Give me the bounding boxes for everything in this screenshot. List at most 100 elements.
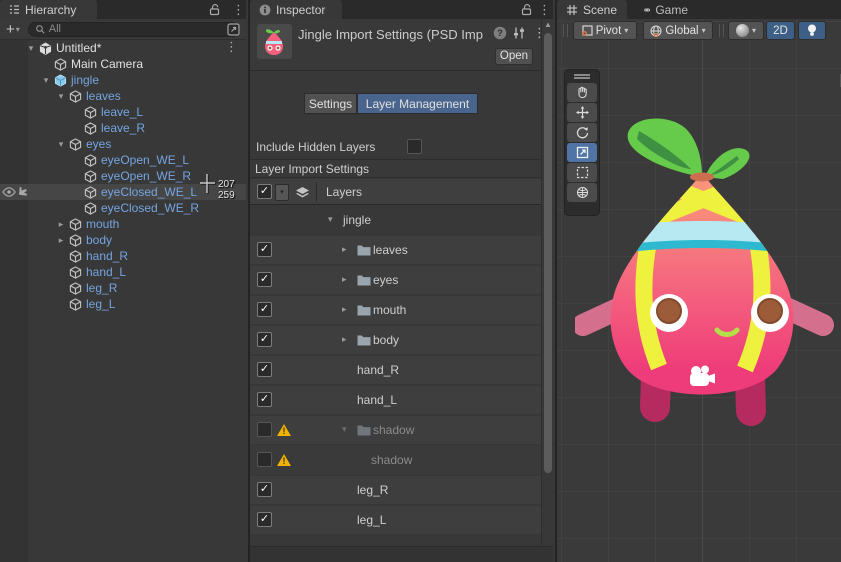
tab-hierarchy[interactable]: Hierarchy xyxy=(0,0,97,19)
prefab-icon xyxy=(54,74,67,87)
add-object-button[interactable]: +▾ xyxy=(0,21,24,38)
help-icon[interactable]: ? xyxy=(493,26,507,40)
lightbulb-icon xyxy=(807,24,817,37)
tool-rotate[interactable] xyxy=(567,123,597,142)
layer-row-mouth[interactable]: ✓▸mouth xyxy=(250,296,544,324)
hierarchy-row-body[interactable]: ▸body xyxy=(0,232,246,248)
layers-select-dropdown[interactable]: ▾ xyxy=(275,184,289,201)
foldout-expanded-icon[interactable]: ▾ xyxy=(56,88,66,104)
layer-row-leg_l[interactable]: ✓leg_L xyxy=(250,506,544,534)
scrollbar-thumb[interactable] xyxy=(544,33,552,473)
layer-checkbox[interactable] xyxy=(257,422,272,437)
layer-checkbox[interactable]: ✓ xyxy=(257,512,272,527)
hierarchy-row-main camera[interactable]: Main Camera xyxy=(0,56,246,72)
hierarchy-row-jingle[interactable]: ▾jingle xyxy=(0,72,246,88)
foldout-expanded-icon[interactable]: ▾ xyxy=(41,72,51,88)
layer-checkbox[interactable]: ✓ xyxy=(257,272,272,287)
tool-move[interactable] xyxy=(567,103,597,122)
layer-row-leaves[interactable]: ✓▸leaves xyxy=(250,236,544,264)
scene-view-toolbar: Pivot▾ Global▾ ▾ 2D xyxy=(557,19,841,43)
global-dropdown[interactable]: Global▾ xyxy=(643,21,713,40)
include-hidden-layers-checkbox[interactable] xyxy=(407,139,422,154)
cube-icon xyxy=(84,170,97,183)
layer-row-hand_r[interactable]: ✓hand_R xyxy=(250,356,544,384)
hierarchy-row-leg_l[interactable]: leg_L xyxy=(0,296,246,312)
pickability-hand-icon[interactable] xyxy=(16,185,30,199)
tab-settings[interactable]: Settings xyxy=(304,93,357,114)
search-placeholder: All xyxy=(49,23,61,35)
hierarchy-row-eyes[interactable]: ▾eyes xyxy=(0,136,246,152)
tab-game[interactable]: Game xyxy=(635,0,697,19)
hierarchy-row-eyeopen_we_l[interactable]: eyeOpen_WE_L xyxy=(0,152,246,168)
layer-row-leg_r[interactable]: ✓leg_R xyxy=(250,476,544,504)
tool-transform[interactable] xyxy=(567,183,597,202)
foldout-collapsed-icon[interactable]: ▸ xyxy=(342,274,347,285)
layer-checkbox[interactable]: ✓ xyxy=(257,392,272,407)
open-button[interactable]: Open xyxy=(495,48,533,65)
layer-checkbox[interactable]: ✓ xyxy=(257,302,272,317)
scene-tab-label: Scene xyxy=(583,3,617,17)
visibility-eye-icon[interactable] xyxy=(2,185,16,199)
unlock-icon[interactable] xyxy=(520,3,533,16)
search-window-icon[interactable] xyxy=(227,23,240,36)
inspector-menu-icon[interactable]: ⋮ xyxy=(538,3,551,16)
foldout-collapsed-icon[interactable]: ▸ xyxy=(56,232,66,248)
hierarchy-search-input[interactable]: All xyxy=(28,22,240,37)
inspector-scrollbar[interactable]: ▲ xyxy=(541,19,553,546)
tool-rect[interactable] xyxy=(567,163,597,182)
tab-layer-management[interactable]: Layer Management xyxy=(357,93,478,114)
layer-row-hand_l[interactable]: ✓hand_L xyxy=(250,386,544,414)
layer-row-shadow-child[interactable]: !shadow xyxy=(250,446,544,474)
layer-checkbox[interactable]: ✓ xyxy=(257,242,272,257)
globe-icon xyxy=(650,25,662,37)
character-jingle[interactable] xyxy=(575,111,835,441)
foldout-collapsed-icon[interactable]: ▸ xyxy=(342,304,347,315)
unlock-icon[interactable] xyxy=(208,3,221,16)
hierarchy-item-label: eyeOpen_WE_R xyxy=(101,168,191,184)
hierarchy-row-mouth[interactable]: ▸mouth xyxy=(0,216,246,232)
hierarchy-row-hand_l[interactable]: hand_L xyxy=(0,264,246,280)
search-icon xyxy=(35,24,46,35)
toolbar-handle[interactable] xyxy=(563,24,568,37)
tab-scene[interactable]: Scene xyxy=(557,0,627,19)
layer-checkbox[interactable] xyxy=(257,452,272,467)
hierarchy-row-leaves[interactable]: ▾leaves xyxy=(0,88,246,104)
layer-row-shadow[interactable]: !▾shadow xyxy=(250,416,544,444)
2d-toggle-button[interactable]: 2D xyxy=(766,21,795,40)
presets-icon[interactable] xyxy=(512,26,526,40)
foldout-collapsed-icon[interactable]: ▸ xyxy=(342,334,347,345)
cursor-coordinates: 207 259 xyxy=(218,179,235,201)
hierarchy-row-leave_r[interactable]: leave_R xyxy=(0,120,246,136)
layer-row-jingle[interactable]: ▾jingle xyxy=(250,206,544,234)
include-hidden-layers-label: Include Hidden Layers xyxy=(256,140,375,154)
layer-checkbox[interactable]: ✓ xyxy=(257,362,272,377)
foldout-collapsed-icon[interactable]: ▸ xyxy=(342,244,347,255)
layer-checkbox[interactable]: ✓ xyxy=(257,332,272,347)
tool-scale[interactable] xyxy=(567,143,597,162)
layers-select-all-checkbox[interactable]: ✓ xyxy=(257,184,272,199)
scrollbar-up-icon[interactable]: ▲ xyxy=(542,20,554,29)
tool-hand[interactable] xyxy=(567,83,597,102)
scene-options-icon[interactable]: ⋮ xyxy=(225,40,238,53)
cursor-y-value: 259 xyxy=(218,190,235,201)
hierarchy-row-leg_r[interactable]: leg_R xyxy=(0,280,246,296)
hierarchy-row-eyeclosed_we_r[interactable]: eyeClosed_WE_R xyxy=(0,200,246,216)
pivot-dropdown[interactable]: Pivot▾ xyxy=(573,21,637,40)
foldout-expanded-icon[interactable]: ▾ xyxy=(328,214,333,225)
foldout-expanded-icon[interactable]: ▾ xyxy=(26,40,36,56)
tools-drag-handle[interactable] xyxy=(574,74,590,79)
hierarchy-row-leave_l[interactable]: leave_L xyxy=(0,104,246,120)
lighting-toggle-button[interactable] xyxy=(798,21,826,40)
foldout-expanded-icon[interactable]: ▾ xyxy=(56,136,66,152)
foldout-expanded-icon[interactable]: ▾ xyxy=(342,424,347,435)
hierarchy-row-hand_r[interactable]: hand_R xyxy=(0,248,246,264)
hierarchy-row-untitled*[interactable]: ▾Untitled*⋮ xyxy=(0,40,246,56)
shading-mode-dropdown[interactable]: ▾ xyxy=(728,21,764,40)
scene-viewport[interactable]: Pivot▾ Global▾ ▾ 2D xyxy=(557,19,841,562)
layer-checkbox[interactable]: ✓ xyxy=(257,482,272,497)
foldout-collapsed-icon[interactable]: ▸ xyxy=(56,216,66,232)
layer-row-eyes[interactable]: ✓▸eyes xyxy=(250,266,544,294)
tab-inspector[interactable]: Inspector xyxy=(250,0,342,19)
hierarchy-menu-icon[interactable]: ⋮ xyxy=(232,3,245,16)
layer-row-body[interactable]: ✓▸body xyxy=(250,326,544,354)
